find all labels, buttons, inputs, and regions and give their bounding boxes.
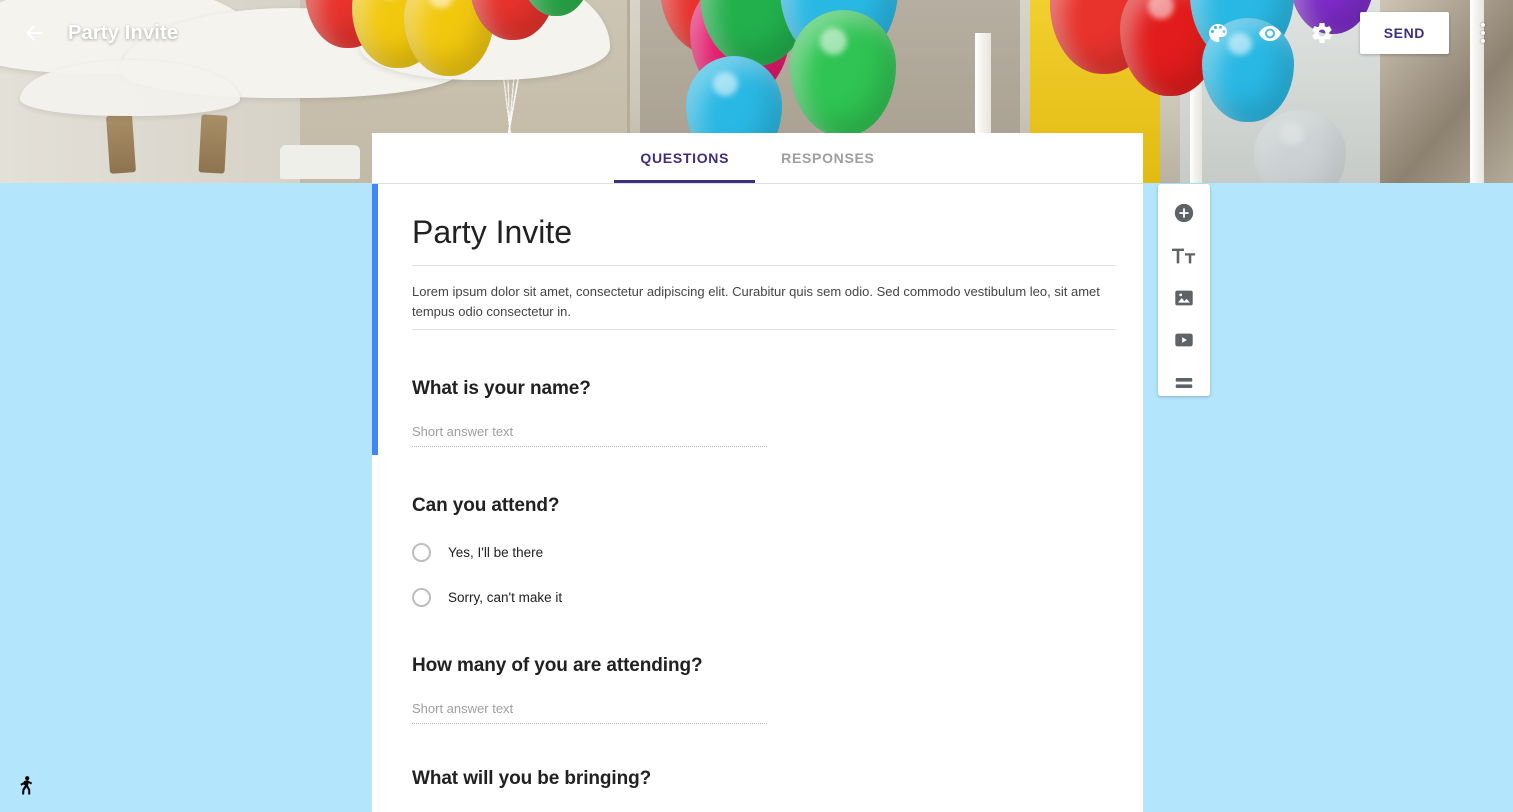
back-button[interactable] bbox=[12, 11, 56, 55]
question-title[interactable]: What will you be bringing? bbox=[412, 768, 1115, 790]
arrow-back-icon bbox=[26, 25, 42, 41]
add-title-icon bbox=[1172, 248, 1196, 263]
add-video-icon bbox=[1175, 334, 1193, 347]
preview-button[interactable] bbox=[1250, 13, 1290, 53]
settings-button[interactable] bbox=[1302, 13, 1342, 53]
add-title-button[interactable] bbox=[1170, 242, 1198, 268]
question-item[interactable]: Can you attend? Yes, I'll be there Sorry… bbox=[412, 447, 1115, 608]
question-title[interactable]: What is your name? bbox=[412, 378, 1115, 400]
choice-option-row[interactable]: Yes, I'll be there bbox=[412, 543, 1115, 563]
add-question-icon bbox=[1174, 204, 1194, 223]
accessibility-run-icon bbox=[20, 776, 33, 795]
banner-chair bbox=[198, 114, 228, 174]
gear-settings-icon bbox=[1312, 22, 1332, 43]
tab-responses[interactable]: RESPONSES bbox=[755, 133, 900, 183]
palette-icon bbox=[1208, 24, 1227, 42]
banner-table bbox=[280, 145, 360, 179]
more-vert-icon bbox=[1481, 23, 1485, 27]
question-item[interactable]: How many of you are attending? Short ans… bbox=[412, 607, 1115, 725]
radio-button-icon[interactable] bbox=[412, 588, 431, 608]
add-video-button[interactable] bbox=[1170, 327, 1198, 353]
choice-option-row[interactable]: Sorry, can't make it bbox=[412, 588, 1115, 608]
eye-preview-icon bbox=[1258, 26, 1281, 41]
accessibility-button[interactable] bbox=[10, 770, 42, 802]
add-item-toolbar bbox=[1158, 184, 1210, 396]
form-title[interactable]: Party Invite bbox=[412, 210, 1115, 266]
add-image-button[interactable] bbox=[1170, 285, 1198, 311]
tabs-group: QUESTIONS RESPONSES bbox=[614, 133, 900, 183]
google-forms-editor: Party Invite SEND QUESTIONS RESPONSES Pa… bbox=[0, 0, 1513, 812]
more-options-button[interactable] bbox=[1463, 11, 1503, 55]
more-vert-icon bbox=[1481, 31, 1485, 35]
banner-chair bbox=[106, 114, 136, 174]
tab-questions[interactable]: QUESTIONS bbox=[614, 133, 755, 183]
question-item[interactable]: What is your name? Short answer text bbox=[412, 330, 1115, 448]
add-section-button[interactable] bbox=[1170, 370, 1198, 396]
short-answer-placeholder[interactable]: Short answer text bbox=[412, 424, 767, 448]
form-content: Party Invite Lorem ipsum dolor sit amet,… bbox=[372, 184, 1143, 790]
add-image-icon bbox=[1175, 290, 1193, 306]
question-item[interactable]: What will you be bringing? bbox=[412, 724, 1115, 790]
short-answer-placeholder[interactable]: Short answer text bbox=[412, 701, 767, 725]
question-title[interactable]: Can you attend? bbox=[412, 495, 1115, 517]
choice-option-label[interactable]: Yes, I'll be there bbox=[448, 545, 543, 560]
send-button[interactable]: SEND bbox=[1359, 12, 1449, 54]
choice-option-label[interactable]: Sorry, can't make it bbox=[448, 590, 562, 605]
more-vert-icon bbox=[1481, 39, 1485, 43]
selected-item-indicator bbox=[372, 184, 378, 455]
form-description[interactable]: Lorem ipsum dolor sit amet, consectetur … bbox=[412, 266, 1115, 331]
editor-tab-bar: QUESTIONS RESPONSES bbox=[372, 133, 1143, 184]
top-app-bar: Party Invite SEND bbox=[0, 0, 1513, 66]
form-editor-card: Party Invite Lorem ipsum dolor sit amet,… bbox=[372, 184, 1143, 812]
add-question-button[interactable] bbox=[1170, 200, 1198, 226]
add-section-icon bbox=[1175, 377, 1193, 388]
document-title[interactable]: Party Invite bbox=[68, 22, 178, 45]
radio-button-icon[interactable] bbox=[412, 543, 431, 563]
question-title[interactable]: How many of you are attending? bbox=[412, 655, 1115, 677]
theme-palette-button[interactable] bbox=[1198, 13, 1238, 53]
